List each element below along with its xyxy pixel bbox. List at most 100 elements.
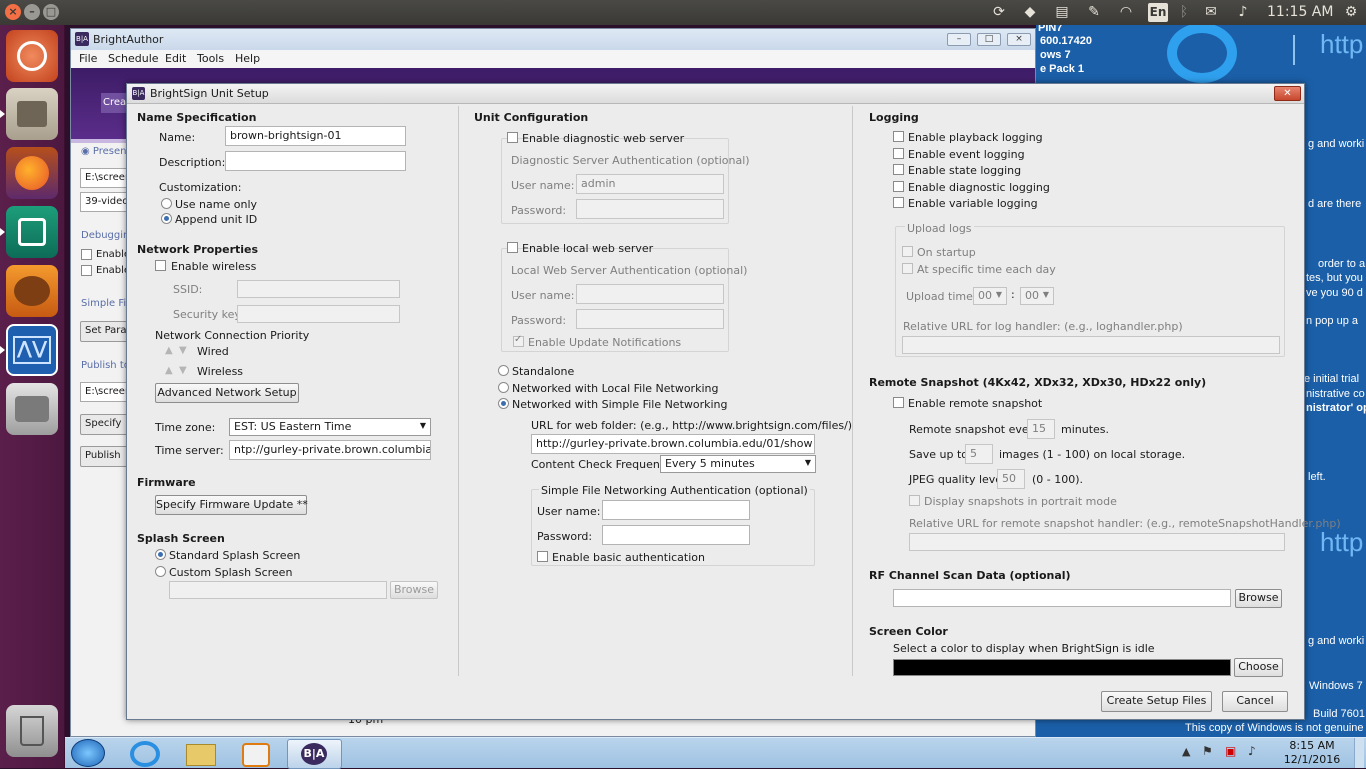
fox-app-icon[interactable] (6, 265, 58, 317)
create-setup-files-button[interactable]: Create Setup Files (1101, 691, 1212, 712)
use-name-only-radio[interactable] (161, 198, 172, 209)
local-server-checkbox[interactable] (507, 242, 518, 253)
local-networking-radio[interactable] (498, 382, 509, 393)
advanced-network-setup-button[interactable]: Advanced Network Setup (155, 383, 299, 403)
publish-button[interactable]: Publish (80, 446, 128, 467)
priority-down-icon[interactable]: ▼ (179, 345, 187, 356)
maximize-button[interactable]: □ (977, 33, 1001, 46)
tray-network-icon[interactable]: ▣ (1225, 744, 1236, 758)
description-input[interactable] (225, 151, 406, 171)
menu-edit[interactable]: Edit (165, 52, 186, 65)
disk-icon[interactable] (6, 383, 58, 435)
content-check-frequency-select[interactable]: Every 5 minutes ▼ (660, 455, 816, 473)
splash-browse-button[interactable]: Browse (390, 581, 438, 599)
system-monitor-icon[interactable]: ⋀⋁ (6, 324, 58, 376)
choose-color-button[interactable]: Choose (1234, 658, 1283, 677)
specify-button[interactable]: Specify (80, 414, 128, 435)
playback-logging-checkbox[interactable] (893, 131, 904, 142)
specify-firmware-button[interactable]: Specify Firmware Update ** (155, 495, 308, 515)
present-radio-label[interactable]: ◉ Presen (81, 146, 127, 157)
standalone-radio[interactable] (498, 365, 509, 376)
menu-tools[interactable]: Tools (197, 52, 224, 65)
remote-snapshot-checkbox[interactable] (893, 397, 904, 408)
portrait-mode-checkbox[interactable] (909, 495, 920, 506)
custom-splash-path[interactable] (169, 581, 387, 599)
settings-gear-icon[interactable]: ⚙ (1342, 3, 1360, 22)
local-user-input[interactable] (576, 284, 724, 304)
append-unit-id-radio[interactable] (161, 213, 172, 224)
keyboard-icon[interactable]: ✎ (1084, 3, 1104, 22)
specific-time-checkbox[interactable] (902, 263, 913, 274)
tray-volume-icon[interactable]: ♪ (1248, 744, 1256, 758)
snapshot-handler-url-input[interactable] (909, 533, 1285, 551)
taskbar-explorer-icon[interactable] (186, 744, 216, 766)
dropbox-icon[interactable]: ◆ (1020, 3, 1040, 22)
menu-file[interactable]: File (79, 52, 97, 65)
dialog-close-icon[interactable]: ✕ (1274, 86, 1301, 101)
update-notifications-checkbox[interactable] (513, 334, 524, 347)
rf-scan-browse-button[interactable]: Browse (1235, 589, 1282, 608)
url-web-folder-input[interactable]: http://gurley-private.brown.columbia.edu… (531, 434, 815, 454)
priority-up-icon[interactable]: ▲ (165, 365, 173, 376)
project-path-field[interactable]: E:\screen (80, 168, 128, 188)
variable-logging-checkbox[interactable] (893, 197, 904, 208)
upload-minute-select[interactable]: 00 ▼ (1020, 287, 1054, 305)
custom-splash-radio[interactable] (155, 566, 166, 577)
sfn-user-input[interactable] (602, 500, 750, 520)
standard-splash-radio[interactable] (155, 549, 166, 560)
jpeg-quality-input[interactable]: 50 (997, 469, 1025, 489)
close-button[interactable]: × (1007, 33, 1031, 46)
window-close-icon[interactable]: × (5, 4, 21, 20)
state-logging-checkbox[interactable] (893, 164, 904, 175)
local-password-input[interactable] (576, 309, 724, 329)
mail-icon[interactable]: ✉ (1200, 3, 1222, 22)
windows-start-button-icon[interactable] (71, 739, 105, 767)
menu-help[interactable]: Help (235, 52, 260, 65)
upload-hour-select[interactable]: 00 ▼ (973, 287, 1007, 305)
bluetooth-icon[interactable]: ᛒ (1177, 3, 1191, 22)
spreadsheet-app-icon[interactable] (6, 206, 58, 258)
video-field[interactable]: 39-video (80, 192, 128, 212)
window-minimize-icon[interactable]: – (24, 4, 40, 20)
firefox-icon[interactable] (6, 147, 58, 199)
taskbar-media-player-icon[interactable] (242, 743, 270, 767)
tray-show-hidden-icon[interactable]: ▲ (1182, 745, 1190, 758)
enable-wireless-checkbox[interactable] (155, 260, 166, 271)
enable-checkbox-2[interactable] (81, 265, 92, 276)
name-input[interactable]: brown-brightsign-01 (225, 126, 406, 146)
files-icon[interactable] (6, 88, 58, 140)
sync-icon[interactable]: ⟳ (990, 3, 1008, 22)
publish-path-field[interactable]: E:\screen (80, 382, 128, 402)
keyboard-language-indicator[interactable]: En (1148, 3, 1168, 22)
sfn-password-input[interactable] (602, 525, 750, 545)
volume-icon[interactable]: ♪ (1232, 3, 1254, 22)
trash-icon[interactable] (6, 705, 58, 757)
window-maximize-icon[interactable]: □ (43, 4, 59, 20)
basic-auth-checkbox[interactable] (537, 551, 548, 562)
show-desktop-button[interactable] (1354, 738, 1364, 768)
diag-user-input[interactable]: admin (576, 174, 724, 194)
taskbar-ie-icon[interactable] (130, 741, 160, 767)
event-logging-checkbox[interactable] (893, 148, 904, 159)
priority-down-icon[interactable]: ▼ (179, 365, 187, 376)
taskbar-brightauthor-button[interactable]: B|A (287, 739, 342, 769)
rf-scan-path-input[interactable] (893, 589, 1231, 607)
log-handler-url-input[interactable] (902, 336, 1280, 354)
network-icon[interactable]: ▤ (1052, 3, 1072, 22)
ssid-input[interactable] (237, 280, 400, 298)
menu-schedule[interactable]: Schedule (108, 52, 159, 65)
vm-clock-date[interactable]: 12/1/2016 (1282, 753, 1342, 766)
minimize-button[interactable]: – (947, 33, 971, 46)
diag-server-checkbox[interactable] (507, 132, 518, 143)
priority-up-icon[interactable]: ▲ (165, 345, 173, 356)
save-up-to-input[interactable]: 5 (965, 444, 993, 464)
enable-checkbox-1[interactable] (81, 249, 92, 260)
diagnostic-logging-checkbox[interactable] (893, 181, 904, 192)
tray-flag-icon[interactable]: ⚑ (1202, 744, 1213, 758)
diag-password-input[interactable] (576, 199, 724, 219)
vm-clock-time[interactable]: 8:15 AM (1282, 739, 1342, 752)
set-params-button[interactable]: Set Para (80, 321, 128, 342)
on-startup-checkbox[interactable] (902, 246, 913, 257)
security-key-input[interactable] (237, 305, 400, 323)
snapshot-every-input[interactable]: 15 (1027, 419, 1055, 439)
